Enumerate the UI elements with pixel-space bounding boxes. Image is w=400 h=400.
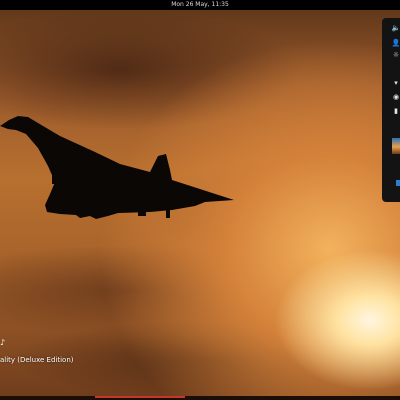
music-note-icon: ♪ (0, 338, 6, 347)
top-bar: Mon 26 May, 11:35 (0, 0, 400, 10)
network-icon[interactable]: ▾ (391, 78, 400, 88)
bottom-edge (0, 396, 400, 400)
clock-date-time[interactable]: Mon 26 May, 11:35 (171, 1, 229, 8)
system-status-panel[interactable]: 🔈 👤 ☼ ▾ ◉ ▮ (382, 18, 400, 202)
user-icon[interactable]: 👤 (391, 38, 400, 48)
accessibility-icon[interactable]: ◉ (391, 92, 400, 102)
volume-icon[interactable]: 🔈 (391, 23, 400, 33)
media-album-art-thumbnail[interactable] (392, 138, 400, 154)
media-app-icon[interactable] (396, 180, 400, 186)
battery-icon[interactable]: ▮ (391, 106, 400, 116)
wallpaper-concorde-silhouette (0, 116, 234, 219)
brightness-icon[interactable]: ☼ (391, 50, 400, 60)
bottom-accent-bar (95, 396, 185, 398)
now-playing-text[interactable]: ality (Deluxe Edition) (0, 356, 74, 364)
desktop-background (0, 0, 400, 400)
